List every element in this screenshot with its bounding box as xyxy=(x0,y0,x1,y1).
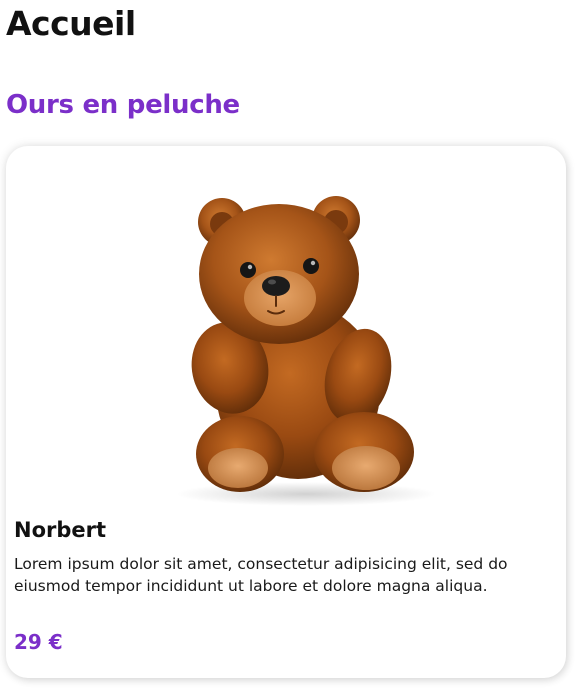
section-title: Ours en peluche xyxy=(6,90,240,120)
product-price: 29 € xyxy=(14,630,63,654)
product-card[interactable]: Norbert Lorem ipsum dolor sit amet, cons… xyxy=(6,146,566,678)
product-description: Lorem ipsum dolor sit amet, consectetur … xyxy=(14,555,508,595)
page-title: Accueil xyxy=(6,4,136,43)
product-image[interactable] xyxy=(6,146,566,508)
product-name[interactable]: Norbert xyxy=(14,516,106,544)
teddy-bear-image xyxy=(176,196,436,506)
home-page: Accueil Ours en peluche Norbert Lorem ip… xyxy=(0,0,575,695)
